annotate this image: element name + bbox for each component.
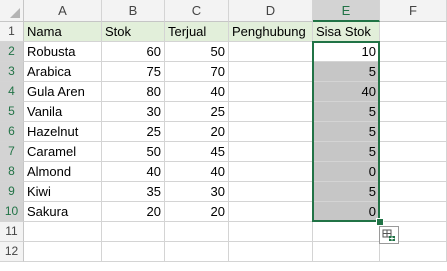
select-all-button[interactable] [0, 0, 24, 22]
row-header-2[interactable]: 2 [0, 42, 24, 62]
cell-a12[interactable] [24, 242, 102, 262]
cell-a11[interactable] [24, 222, 102, 242]
cell-e1[interactable]: Sisa Stok [313, 22, 380, 42]
cell-d3[interactable] [229, 62, 313, 82]
column-header-f[interactable]: F [380, 0, 447, 22]
cell-a6[interactable]: Hazelnut [24, 122, 102, 142]
cell-c6[interactable]: 20 [165, 122, 229, 142]
cell-e10[interactable]: 0 [313, 202, 380, 222]
cell-a10[interactable]: Sakura [24, 202, 102, 222]
cell-c12[interactable] [165, 242, 229, 262]
fill-handle[interactable] [376, 218, 384, 226]
row-header-3[interactable]: 3 [0, 62, 24, 82]
cell-a1[interactable]: Nama [24, 22, 102, 42]
cell-f12[interactable] [380, 242, 447, 262]
cell-c10[interactable]: 20 [165, 202, 229, 222]
column-header-b[interactable]: B [102, 0, 165, 22]
select-all-triangle-icon [10, 8, 20, 18]
cell-b10[interactable]: 20 [102, 202, 165, 222]
quick-analysis-button[interactable] [379, 226, 399, 244]
cell-d4[interactable] [229, 82, 313, 102]
cell-f1[interactable] [380, 22, 447, 42]
cell-b7[interactable]: 50 [102, 142, 165, 162]
row-header-5[interactable]: 5 [0, 102, 24, 122]
cell-b5[interactable]: 30 [102, 102, 165, 122]
cell-a4[interactable]: Gula Aren [24, 82, 102, 102]
cell-d10[interactable] [229, 202, 313, 222]
cell-d9[interactable] [229, 182, 313, 202]
cell-e2[interactable]: 10 [313, 42, 380, 62]
row-header-4[interactable]: 4 [0, 82, 24, 102]
cell-f6[interactable] [380, 122, 447, 142]
column-header-c[interactable]: C [165, 0, 229, 22]
cell-a3[interactable]: Arabica [24, 62, 102, 82]
cell-a8[interactable]: Almond [24, 162, 102, 182]
cell-e11[interactable] [313, 222, 380, 242]
cell-b12[interactable] [102, 242, 165, 262]
cell-d6[interactable] [229, 122, 313, 142]
cell-a7[interactable]: Caramel [24, 142, 102, 162]
cell-f4[interactable] [380, 82, 447, 102]
cell-b3[interactable]: 75 [102, 62, 165, 82]
cell-d12[interactable] [229, 242, 313, 262]
row-header-1[interactable]: 1 [0, 22, 24, 42]
cell-e12[interactable] [313, 242, 380, 262]
cell-f2[interactable] [380, 42, 447, 62]
cell-d7[interactable] [229, 142, 313, 162]
cell-f10[interactable] [380, 202, 447, 222]
cell-f9[interactable] [380, 182, 447, 202]
cell-c5[interactable]: 25 [165, 102, 229, 122]
cell-e4[interactable]: 40 [313, 82, 380, 102]
row-header-6[interactable]: 6 [0, 122, 24, 142]
row-header-9[interactable]: 9 [0, 182, 24, 202]
cell-b11[interactable] [102, 222, 165, 242]
cell-c2[interactable]: 50 [165, 42, 229, 62]
cell-d5[interactable] [229, 102, 313, 122]
column-header-d[interactable]: D [229, 0, 313, 22]
cell-e8[interactable]: 0 [313, 162, 380, 182]
cell-d8[interactable] [229, 162, 313, 182]
cell-c3[interactable]: 70 [165, 62, 229, 82]
cell-b8[interactable]: 40 [102, 162, 165, 182]
cell-c7[interactable]: 45 [165, 142, 229, 162]
cell-b6[interactable]: 25 [102, 122, 165, 142]
cell-f7[interactable] [380, 142, 447, 162]
cell-b2[interactable]: 60 [102, 42, 165, 62]
cell-c4[interactable]: 40 [165, 82, 229, 102]
cell-d1[interactable]: Penghubung [229, 22, 313, 42]
cell-d2[interactable] [229, 42, 313, 62]
spreadsheet-grid: A B C D E F 1 2 3 4 5 6 7 8 9 10 11 12 Nama Stok Terjual Peng… [0, 0, 447, 271]
row-header-11[interactable]: 11 [0, 222, 24, 242]
cell-b9[interactable]: 35 [102, 182, 165, 202]
cell-a5[interactable]: Vanila [24, 102, 102, 122]
row-header-7[interactable]: 7 [0, 142, 24, 162]
cell-f8[interactable] [380, 162, 447, 182]
cell-a2[interactable]: Robusta [24, 42, 102, 62]
row-header-8[interactable]: 8 [0, 162, 24, 182]
row-header-12[interactable]: 12 [0, 242, 24, 262]
row-header-10[interactable]: 10 [0, 202, 24, 222]
quick-analysis-icon [382, 229, 395, 241]
cell-c9[interactable]: 30 [165, 182, 229, 202]
cell-a9[interactable]: Kiwi [24, 182, 102, 202]
cell-e9[interactable]: 5 [313, 182, 380, 202]
cell-d11[interactable] [229, 222, 313, 242]
cell-e6[interactable]: 5 [313, 122, 380, 142]
cell-b1[interactable]: Stok [102, 22, 165, 42]
cell-e5[interactable]: 5 [313, 102, 380, 122]
column-header-e[interactable]: E [313, 0, 380, 22]
cell-c1[interactable]: Terjual [165, 22, 229, 42]
cell-b4[interactable]: 80 [102, 82, 165, 102]
cell-e7[interactable]: 5 [313, 142, 380, 162]
column-header-a[interactable]: A [24, 0, 102, 22]
cell-e3[interactable]: 5 [313, 62, 380, 82]
cell-c8[interactable]: 40 [165, 162, 229, 182]
cell-f3[interactable] [380, 62, 447, 82]
cell-c11[interactable] [165, 222, 229, 242]
cell-f5[interactable] [380, 102, 447, 122]
